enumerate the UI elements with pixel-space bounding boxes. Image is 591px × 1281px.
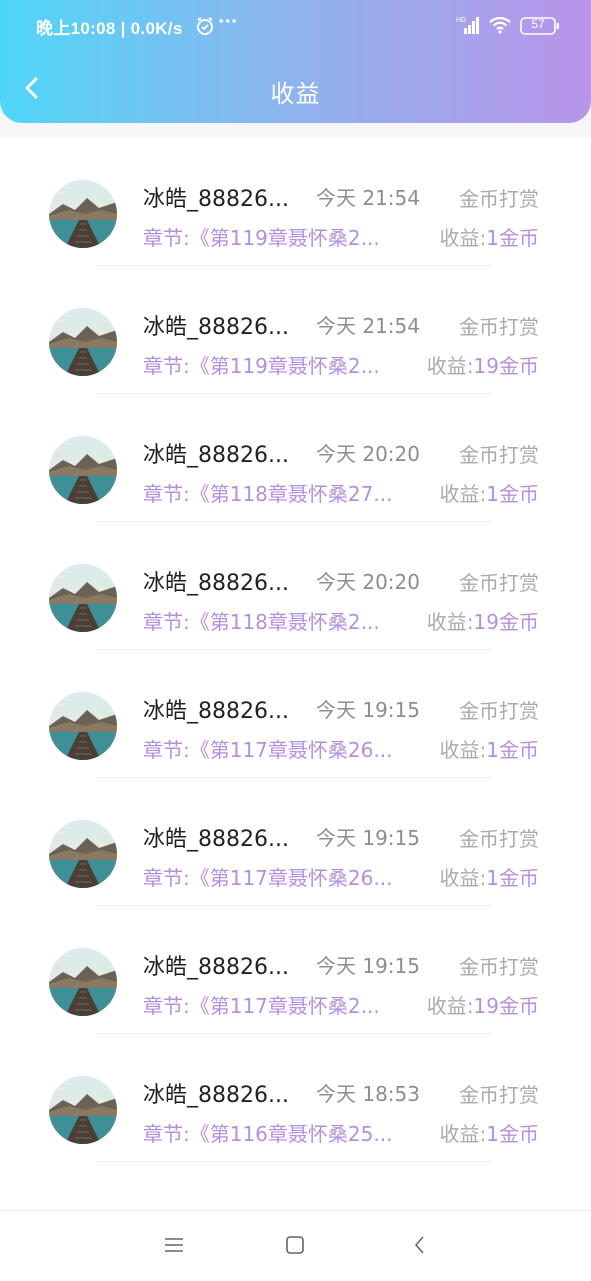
- record-time: 今天 21:54: [316, 186, 420, 210]
- reward-type: 金币打赏: [459, 187, 539, 211]
- income: 收益:1金币: [440, 478, 539, 507]
- income-label: 收益:: [439, 482, 487, 506]
- reward-type: 金币打赏: [459, 955, 539, 979]
- system-nav-bar: [0, 1210, 591, 1281]
- menu-icon[interactable]: [163, 1235, 185, 1255]
- income-label: 收益:: [439, 866, 487, 890]
- earnings-list[interactable]: 冰皓_88826... 今天 21:54 金币打赏 章节:《第119章聂怀桑2... 收…: [0, 138, 591, 1210]
- income-value: 19金币: [473, 354, 539, 378]
- chapter-title: 章节:《第118章聂怀桑27...: [143, 482, 393, 506]
- reward-type: 金币打赏: [459, 699, 539, 723]
- svg-text:HD: HD: [456, 17, 466, 24]
- income-value: 19金币: [473, 610, 539, 634]
- income-label: 收益:: [439, 226, 487, 250]
- wifi-icon: [489, 16, 511, 34]
- reward-type: 金币打赏: [459, 571, 539, 595]
- user-name: 冰皓_88826...: [143, 443, 289, 468]
- status-time-speed: 晚上10:08 | 0.0K/s: [36, 19, 183, 38]
- hd-signal-icon: HD: [456, 17, 479, 34]
- chapter-title: 章节:《第117章聂怀桑26...: [143, 738, 393, 762]
- avatar: [49, 308, 117, 376]
- income: 收益:19金币: [427, 350, 539, 379]
- reward-type: 金币打赏: [459, 827, 539, 851]
- list-item[interactable]: 冰皓_88826... 今天 18:53 金币打赏章节:《第116章聂怀桑25...…: [0, 1034, 591, 1162]
- chapter-title: 章节:《第119章聂怀桑2...: [143, 226, 380, 250]
- income: 收益:1金币: [440, 862, 539, 891]
- back-icon[interactable]: [410, 1234, 430, 1256]
- user-name: 冰皓_88826...: [143, 827, 289, 852]
- status-bar: 晚上10:08 | 0.0K/s ··· HD 57: [0, 0, 591, 52]
- income: 收益:1金币: [440, 1118, 539, 1147]
- income-label: 收益:: [439, 738, 487, 762]
- page-title: 收益: [270, 80, 321, 108]
- header: 晚上10:08 | 0.0K/s ··· HD 57 收益: [0, 0, 591, 123]
- chapter-title: 章节:《第116章聂怀桑25...: [143, 1122, 393, 1146]
- income: 收益:1金币: [440, 734, 539, 763]
- reward-type: 金币打赏: [459, 315, 539, 339]
- record-time: 今天 19:15: [316, 826, 420, 850]
- list-item[interactable]: 冰皓_88826... 今天 19:15 金币打赏章节:《第117章聂怀桑26...…: [0, 650, 591, 778]
- avatar: [49, 692, 117, 760]
- reward-type: 金币打赏: [459, 1083, 539, 1107]
- income-label: 收益:: [426, 994, 474, 1018]
- income-label: 收益:: [426, 354, 474, 378]
- alarm-icon: [197, 17, 213, 35]
- income-value: 1金币: [486, 226, 539, 250]
- avatar: [49, 820, 117, 888]
- income-value: 1金币: [486, 482, 539, 506]
- list-item[interactable]: 冰皓_88826... 今天 21:54 金币打赏章节:《第119章聂怀桑2... 收…: [0, 138, 591, 266]
- user-name: 冰皓_88826...: [143, 571, 289, 596]
- income-label: 收益:: [439, 1122, 487, 1146]
- list-item[interactable]: 冰皓_88826... 今天 20:20 金币打赏章节:《第118章聂怀桑2... 收…: [0, 522, 591, 650]
- record-time: 今天 21:54: [316, 314, 420, 338]
- income: 收益:19金币: [427, 990, 539, 1019]
- user-name: 冰皓_88826...: [143, 1083, 289, 1108]
- chapter-title: 章节:《第118章聂怀桑2...: [143, 610, 380, 634]
- record-time: 今天 20:20: [316, 442, 420, 466]
- reward-type: 金币打赏: [459, 443, 539, 467]
- more-icon: ···: [218, 12, 238, 32]
- user-name: 冰皓_88826...: [143, 187, 289, 212]
- list-item[interactable]: 冰皓_88826... 今天 21:54 金币打赏章节:《第119章聂怀桑2... 收…: [0, 266, 591, 394]
- avatar: [49, 948, 117, 1016]
- user-name: 冰皓_88826...: [143, 955, 289, 980]
- record-time: 今天 19:15: [316, 698, 420, 722]
- income: 收益:1金币: [440, 222, 539, 251]
- user-name: 冰皓_88826...: [143, 315, 289, 340]
- chapter-title: 章节:《第119章聂怀桑2...: [143, 354, 380, 378]
- home-square-icon[interactable]: [285, 1235, 305, 1255]
- chapter-title: 章节:《第117章聂怀桑2...: [143, 994, 380, 1018]
- avatar: [49, 436, 117, 504]
- chapter-title: 章节:《第117章聂怀桑26...: [143, 866, 393, 890]
- income: 收益:19金币: [427, 606, 539, 635]
- list-item[interactable]: 冰皓_88826... 今天 20:20 金币打赏章节:《第118章聂怀桑27...…: [0, 394, 591, 522]
- divider: [97, 1161, 492, 1162]
- income-value: 1金币: [486, 738, 539, 762]
- avatar: [49, 1076, 117, 1144]
- record-time: 今天 20:20: [316, 570, 420, 594]
- income-value: 1金币: [486, 1122, 539, 1146]
- user-name: 冰皓_88826...: [143, 699, 289, 724]
- avatar: [49, 180, 117, 248]
- record-time: 今天 18:53: [316, 1082, 420, 1106]
- income-label: 收益:: [426, 610, 474, 634]
- list-item[interactable]: 冰皓_88826... 今天 19:15 金币打赏章节:《第117章聂怀桑2... 收…: [0, 906, 591, 1034]
- list-item[interactable]: 冰皓_88826... 今天 19:15 金币打赏章节:《第117章聂怀桑26...…: [0, 778, 591, 906]
- record-time: 今天 19:15: [316, 954, 420, 978]
- battery-level: 57: [531, 17, 545, 31]
- income-value: 1金币: [486, 866, 539, 890]
- avatar: [49, 564, 117, 632]
- income-value: 19金币: [473, 994, 539, 1018]
